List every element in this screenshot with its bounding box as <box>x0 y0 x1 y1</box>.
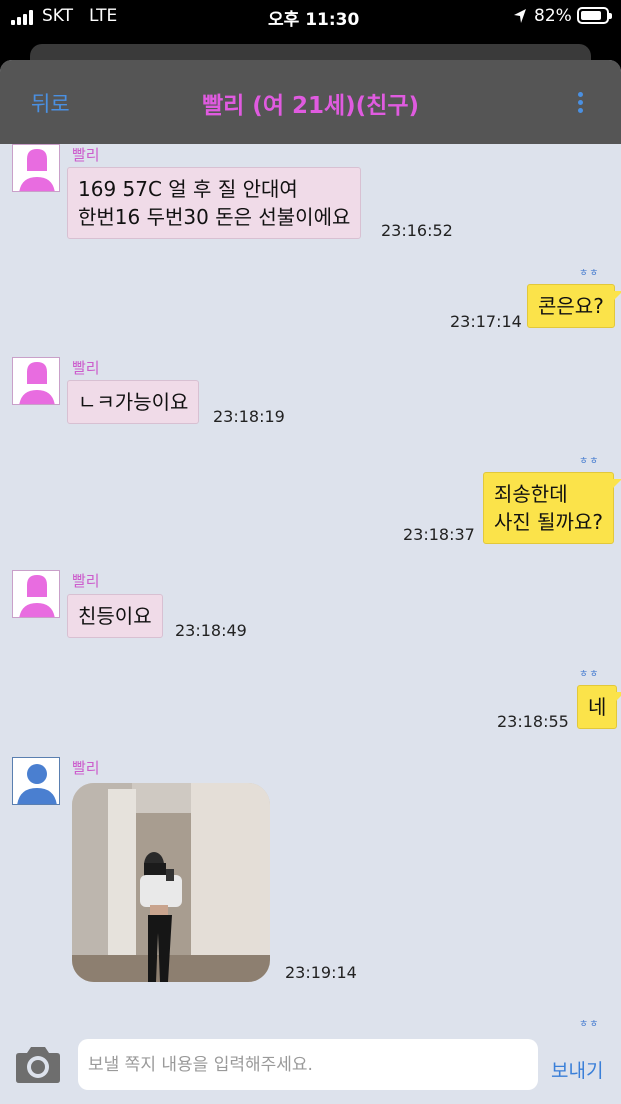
signal-strength-icon <box>11 9 37 25</box>
message-time: 23:18:55 <box>497 712 569 731</box>
avatar-female-icon[interactable] <box>12 357 60 405</box>
battery-icon <box>577 7 612 24</box>
battery-percent: 82% <box>534 6 572 26</box>
avatar-male-icon[interactable] <box>12 757 60 805</box>
send-button[interactable]: 보내기 <box>551 1056 603 1083</box>
message-time: 23:19:14 <box>285 963 357 982</box>
photo-attachment[interactable] <box>72 783 270 982</box>
read-indicator: ㅎㅎ <box>579 669 600 680</box>
chat-title: 빨리 (여 21세)(친구) <box>201 93 420 119</box>
message-bubble[interactable]: 친등이요 <box>67 594 163 638</box>
more-vertical-icon[interactable] <box>574 92 586 114</box>
avatar-female-icon[interactable] <box>12 144 60 192</box>
message-bubble[interactable]: 콘은요? <box>527 284 621 328</box>
message-input[interactable] <box>78 1039 538 1090</box>
message-time: 23:16:52 <box>381 221 453 240</box>
clock: 오후 11:30 <box>268 10 360 30</box>
message-bubble[interactable]: 네 <box>577 685 621 729</box>
network-type: LTE <box>89 6 118 26</box>
message-composer: 보내기 <box>0 1026 621 1104</box>
chat-header: 뒤로 빨리 (여 21세)(친구) <box>0 60 621 144</box>
message-bubble[interactable]: ㄴㅋ가능이요 <box>67 380 200 424</box>
message-time: 23:18:19 <box>213 407 285 426</box>
message-time: 23:17:14 <box>450 312 522 331</box>
read-indicator: ㅎㅎ <box>579 268 600 279</box>
sender-name: 빨리 <box>72 572 100 590</box>
chat-sheet: 뒤로 빨리 (여 21세)(친구) 빨리 169 57C 얼 후 질 안대여 한… <box>0 60 621 1104</box>
message-time: 23:18:37 <box>403 525 475 544</box>
carrier-label: SKT <box>42 6 74 26</box>
status-bar: SKT LTE 오후 11:30 82% <box>0 0 621 34</box>
camera-icon[interactable] <box>12 1044 64 1086</box>
read-indicator: ㅎㅎ <box>579 456 600 467</box>
sender-name: 빨리 <box>72 359 100 377</box>
sender-name: 빨리 <box>72 146 100 164</box>
message-bubble[interactable]: 죄송한데 사진 될까요? <box>483 472 621 544</box>
location-arrow-icon <box>514 9 526 23</box>
sender-name: 빨리 <box>72 759 100 777</box>
avatar-female-icon[interactable] <box>12 570 60 618</box>
message-bubble[interactable]: 169 57C 얼 후 질 안대여 한번16 두번30 돈은 선불이에요 <box>67 167 362 239</box>
message-time: 23:18:49 <box>175 621 247 640</box>
